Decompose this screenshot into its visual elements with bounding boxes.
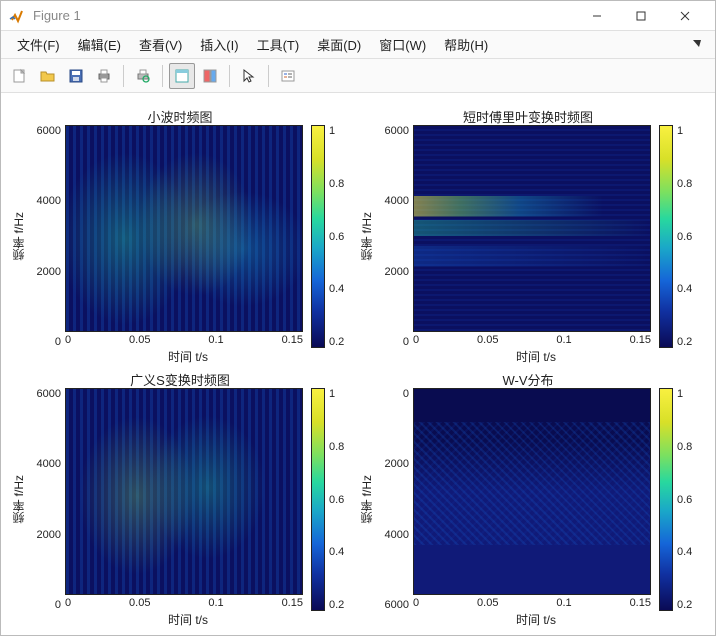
new-figure-button[interactable] <box>7 63 33 89</box>
figure-content: 小波时频图频率 f/Hz600040002000000.050.10.1510.… <box>1 93 715 635</box>
plot-area[interactable] <box>413 125 651 332</box>
colorbar-ticks: 10.80.60.40.2 <box>325 388 351 611</box>
maximize-button[interactable] <box>619 2 663 30</box>
y-axis-label: 频率 f/Hz <box>358 475 375 524</box>
menu-insert[interactable]: 插入(I) <box>196 33 242 56</box>
x-axis-label: 时间 t/s <box>65 348 311 364</box>
plot-area[interactable] <box>413 388 651 595</box>
y-axis-label: 频率 f/Hz <box>10 475 27 524</box>
subplot-4[interactable]: W-V分布频率 f/Hz020004000600000.050.10.15 10.… <box>357 370 699 627</box>
y-axis-label: 频率 f/Hz <box>10 212 27 261</box>
colorbar-ticks: 10.80.60.40.2 <box>325 125 351 348</box>
plot-area[interactable] <box>65 125 303 332</box>
x-ticks: 00.050.10.15 <box>413 332 651 348</box>
window-title: Figure 1 <box>33 8 575 23</box>
colorbar <box>659 388 673 611</box>
y-ticks: 0200040006000 <box>375 388 413 611</box>
menu-help[interactable]: 帮助(H) <box>440 33 492 56</box>
toolbar <box>1 59 715 93</box>
plot-area[interactable] <box>65 388 303 595</box>
x-axis-label: 时间 t/s <box>413 611 659 627</box>
spectrogram-image <box>66 126 302 331</box>
minimize-button[interactable] <box>575 2 619 30</box>
print-button[interactable] <box>91 63 117 89</box>
menu-desktop[interactable]: 桌面(D) <box>313 33 365 56</box>
close-button[interactable] <box>663 2 707 30</box>
titlebar[interactable]: Figure 1 <box>1 1 715 31</box>
y-ticks: 6000400020000 <box>375 125 413 348</box>
colorbar <box>311 388 325 611</box>
menubar: 文件(F) 编辑(E) 查看(V) 插入(I) 工具(T) 桌面(D) 窗口(W… <box>1 31 715 59</box>
menu-file[interactable]: 文件(F) <box>13 33 64 56</box>
chart-title: 广义S变换时频图 <box>9 370 351 388</box>
spectrogram-image <box>66 389 302 594</box>
y-ticks: 6000400020000 <box>27 125 65 348</box>
pointer-button[interactable] <box>236 63 262 89</box>
menu-view[interactable]: 查看(V) <box>135 33 186 56</box>
chart-title: 小波时频图 <box>9 107 351 125</box>
y-ticks: 6000400020000 <box>27 388 65 611</box>
chevron-icon[interactable] <box>691 37 703 52</box>
x-ticks: 00.050.10.15 <box>65 332 303 348</box>
x-axis-label: 时间 t/s <box>413 348 659 364</box>
menu-window[interactable]: 窗口(W) <box>375 33 430 56</box>
subplot-3[interactable]: 广义S变换时频图频率 f/Hz600040002000000.050.10.15… <box>9 370 351 627</box>
colorbar <box>659 125 673 348</box>
spectrogram-image <box>414 126 650 331</box>
figure-window: Figure 1 文件(F) 编辑(E) 查看(V) 插入(I) 工具(T) 桌… <box>0 0 716 636</box>
insert-colorbar-button[interactable] <box>197 63 223 89</box>
menu-edit[interactable]: 编辑(E) <box>74 33 125 56</box>
chart-title: W-V分布 <box>357 370 699 388</box>
colorbar-ticks: 10.80.60.40.2 <box>673 125 699 348</box>
y-axis-label: 频率 f/Hz <box>358 212 375 261</box>
colorbar <box>311 125 325 348</box>
subplot-2[interactable]: 短时傅里叶变换时频图频率 f/Hz600040002000000.050.10.… <box>357 107 699 364</box>
open-button[interactable] <box>35 63 61 89</box>
chart-title: 短时傅里叶变换时频图 <box>357 107 699 125</box>
spectrogram-image <box>414 389 650 594</box>
subplot-1[interactable]: 小波时频图频率 f/Hz600040002000000.050.10.15 10.… <box>9 107 351 364</box>
x-ticks: 00.050.10.15 <box>65 595 303 611</box>
print-preview-button[interactable] <box>130 63 156 89</box>
x-ticks: 00.050.10.15 <box>413 595 651 611</box>
menu-tools[interactable]: 工具(T) <box>253 33 304 56</box>
x-axis-label: 时间 t/s <box>65 611 311 627</box>
insert-legend-button[interactable] <box>275 63 301 89</box>
link-plot-button[interactable] <box>169 63 195 89</box>
matlab-icon <box>9 8 25 24</box>
save-button[interactable] <box>63 63 89 89</box>
colorbar-ticks: 10.80.60.40.2 <box>673 388 699 611</box>
